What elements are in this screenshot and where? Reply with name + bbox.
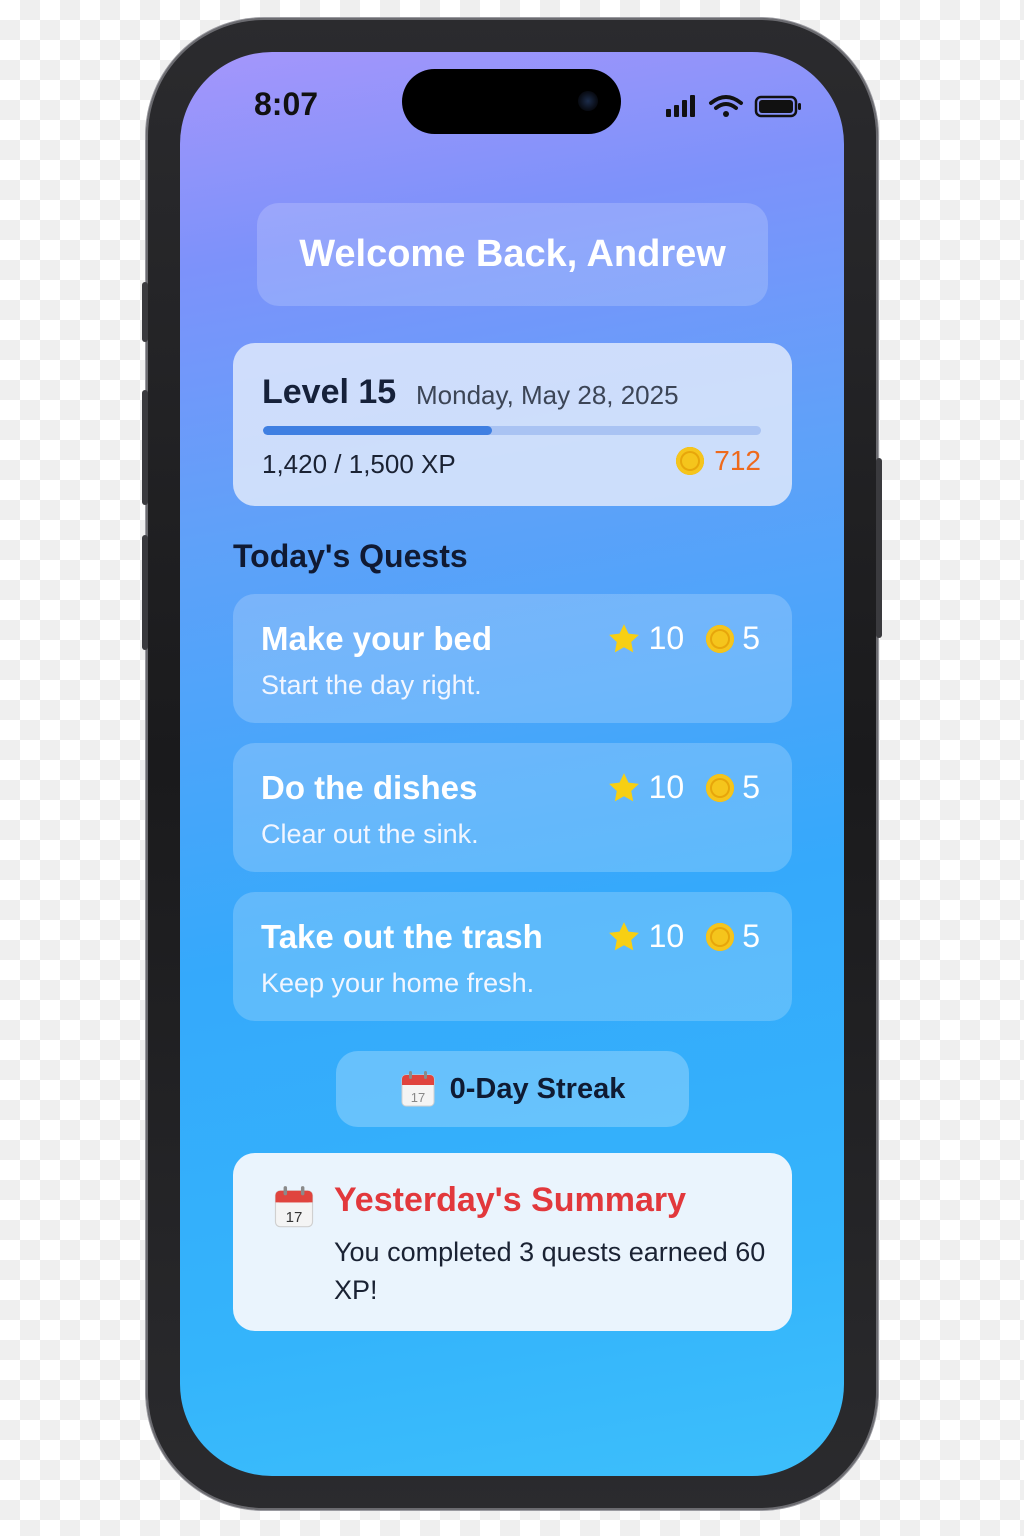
wifi-icon bbox=[709, 95, 743, 117]
coin-icon bbox=[706, 922, 735, 951]
quest-subtitle: Clear out the sink. bbox=[261, 819, 479, 849]
quest-xp: 10 bbox=[648, 620, 685, 656]
dynamic-island bbox=[402, 69, 621, 134]
quest-card[interactable]: Make your bed Start the day right. 10 5 bbox=[233, 594, 792, 723]
coin-icon bbox=[706, 624, 735, 653]
calendar-day: 17 bbox=[410, 1090, 424, 1105]
star-icon bbox=[608, 921, 639, 950]
star-icon bbox=[608, 772, 639, 801]
summary-text: You completed 3 quests earneed 60 XP! bbox=[334, 1237, 766, 1305]
status-time: 8:07 bbox=[254, 86, 319, 122]
quest-xp: 10 bbox=[648, 769, 685, 805]
volume-down-button bbox=[142, 535, 148, 650]
quest-rewards: 10 5 bbox=[607, 918, 760, 955]
quest-subtitle: Start the day right. bbox=[261, 670, 482, 700]
status-icons bbox=[666, 95, 801, 118]
coin-icon bbox=[706, 773, 735, 802]
welcome-banner: Welcome Back, Andrew bbox=[257, 203, 768, 306]
signal-icon bbox=[666, 95, 695, 117]
camera-icon bbox=[578, 91, 598, 111]
quest-coins: 5 bbox=[742, 769, 760, 805]
quest-title: Take out the trash bbox=[261, 918, 543, 955]
battery-icon bbox=[754, 95, 801, 118]
summary-card: 17 Yesterday's Summary You completed 3 q… bbox=[233, 1153, 792, 1331]
summary-title: Yesterday's Summary bbox=[334, 1181, 687, 1219]
power-button bbox=[876, 458, 882, 638]
star-icon bbox=[608, 623, 639, 652]
quest-coins: 5 bbox=[742, 918, 760, 954]
streak-label: 0-Day Streak bbox=[449, 1072, 626, 1105]
level-title: Level 15 bbox=[262, 373, 397, 411]
xp-progress-bar bbox=[263, 426, 761, 435]
quest-subtitle: Keep your home fresh. bbox=[261, 968, 535, 998]
coins-balance: 712 bbox=[676, 445, 761, 477]
quest-xp: 10 bbox=[648, 918, 685, 954]
calendar-icon: 17 bbox=[274, 1186, 314, 1228]
quest-rewards: 10 5 bbox=[607, 769, 760, 806]
quest-card[interactable]: Do the dishes Clear out the sink. 10 5 bbox=[233, 743, 792, 872]
level-card: Level 15 Monday, May 28, 2025 1,420 / 1,… bbox=[233, 343, 792, 506]
quest-rewards: 10 5 bbox=[607, 620, 760, 657]
streak-button[interactable]: 17 0-Day Streak bbox=[336, 1051, 689, 1127]
quest-title: Do the dishes bbox=[261, 769, 478, 806]
quest-title: Make your bed bbox=[261, 620, 493, 657]
coin-icon bbox=[676, 447, 705, 475]
calendar-icon: 17 bbox=[401, 1071, 435, 1107]
xp-text: 1,420 / 1,500 XP bbox=[262, 449, 456, 479]
xp-progress-fill bbox=[263, 426, 493, 435]
level-date: Monday, May 28, 2025 bbox=[416, 380, 679, 410]
calendar-day: 17 bbox=[286, 1209, 303, 1226]
volume-up-button bbox=[142, 390, 148, 505]
quests-section-title: Today's Quests bbox=[233, 538, 468, 574]
quest-coins: 5 bbox=[742, 620, 760, 656]
quest-card[interactable]: Take out the trash Keep your home fresh.… bbox=[233, 892, 792, 1021]
screen: 8:07 Welcome Back, Andrew Level 15 Monda… bbox=[180, 52, 844, 1476]
coins-count: 712 bbox=[714, 445, 761, 476]
action-button bbox=[142, 282, 148, 342]
